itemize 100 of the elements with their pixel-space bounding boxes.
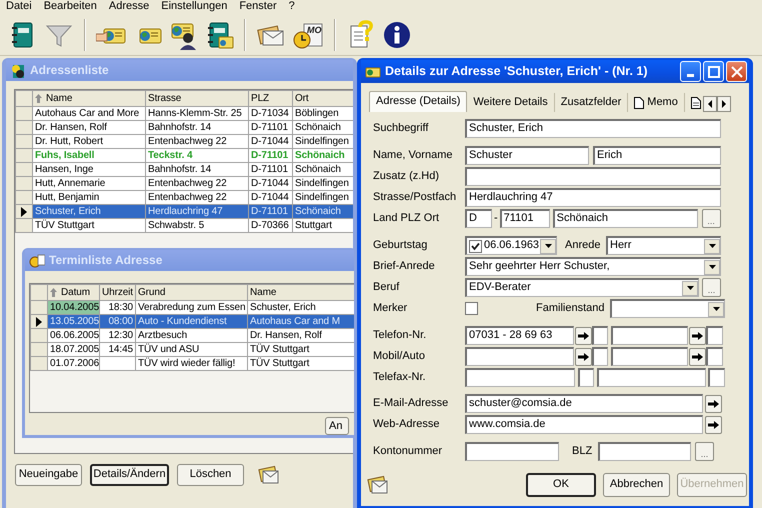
- column-header[interactable]: Uhrzeit: [100, 284, 136, 300]
- menu-item[interactable]: Bearbeiten: [44, 0, 97, 14]
- dropdown[interactable]: Sehr geehrter Herr Schuster,: [465, 257, 721, 276]
- table-cell: D-71101: [248, 120, 292, 134]
- arrow-button[interactable]: [705, 394, 722, 412]
- table-cell: Bahnhofstr. 14: [146, 120, 248, 134]
- tab[interactable]: Zusatzfelder: [554, 93, 628, 112]
- minimize-button[interactable]: [680, 61, 701, 82]
- scroll-right-button[interactable]: [716, 96, 731, 112]
- text-field[interactable]: [611, 347, 688, 366]
- table-cell: Hanns-Klemm-Str. 25: [146, 106, 248, 120]
- row-header[interactable]: [16, 204, 32, 218]
- checkbox[interactable]: [469, 240, 482, 252]
- arrow-button[interactable]: [575, 348, 592, 366]
- close-button[interactable]: [726, 61, 747, 82]
- text-field[interactable]: [578, 368, 594, 387]
- browse-button[interactable]: ...: [702, 278, 721, 297]
- text-field[interactable]: [592, 326, 608, 345]
- field-label: Beruf: [373, 280, 400, 294]
- text-field[interactable]: Erich: [593, 146, 721, 165]
- text-field[interactable]: Schuster: [465, 146, 589, 165]
- table-cell: D-71044: [248, 134, 292, 148]
- table-cell: Bahnhofstr. 14: [146, 162, 248, 176]
- letters-icon[interactable]: [258, 464, 280, 486]
- tab[interactable]: Memo: [628, 93, 685, 112]
- text-field[interactable]: [465, 368, 575, 387]
- browse-button[interactable]: ...: [702, 209, 721, 228]
- text-field[interactable]: [465, 442, 559, 461]
- text-field[interactable]: [611, 326, 688, 345]
- arrow-button[interactable]: [575, 326, 592, 344]
- info-icon[interactable]: [382, 20, 412, 50]
- tab[interactable]: Adresse (Details): [369, 91, 468, 112]
- maximize-button[interactable]: [703, 61, 724, 82]
- text-field[interactable]: [592, 347, 608, 366]
- arrow-button[interactable]: [689, 348, 706, 366]
- arrow-button[interactable]: [689, 326, 706, 344]
- button[interactable]: Löschen: [177, 464, 244, 486]
- field-label: BLZ: [572, 444, 594, 458]
- button[interactable]: OK: [526, 473, 596, 497]
- row-pointer-icon: [36, 316, 42, 326]
- text-field[interactable]: [706, 326, 723, 345]
- text-field[interactable]: Schönaich: [552, 209, 698, 228]
- button[interactable]: Details/Ändern: [90, 464, 169, 486]
- button[interactable]: Abbrechen: [603, 473, 670, 497]
- text-field[interactable]: 07031 - 28 69 63: [465, 326, 574, 345]
- text-field[interactable]: Schuster, Erich: [465, 119, 721, 138]
- table-cell: Schönaich: [292, 162, 353, 176]
- field-label: Name, Vorname: [373, 148, 454, 162]
- table-cell: D-71034: [248, 106, 292, 120]
- browse-button[interactable]: ...: [695, 442, 714, 461]
- column-header[interactable]: Name: [248, 284, 354, 300]
- menu-item[interactable]: Einstellungen: [161, 0, 228, 14]
- letters-icon[interactable]: [367, 474, 389, 496]
- column-header[interactable]: Strasse: [146, 90, 248, 106]
- text-field[interactable]: [708, 368, 725, 387]
- tab[interactable]: Weitere Details: [467, 93, 555, 112]
- date-picker[interactable]: 06.06.1963: [465, 236, 557, 255]
- text-field[interactable]: [465, 347, 574, 366]
- text-field[interactable]: schuster@comsia.de: [465, 394, 703, 413]
- sort-arrow-icon: [35, 94, 42, 103]
- menu-item[interactable]: Datei: [6, 0, 32, 14]
- menu-item[interactable]: Fenster: [239, 0, 277, 14]
- text-field[interactable]: 71101: [500, 209, 550, 228]
- text-field[interactable]: [465, 167, 721, 186]
- column-header[interactable]: Datum: [48, 284, 100, 300]
- column-header[interactable]: PLZ: [248, 90, 292, 106]
- checkmark-icon: [471, 242, 480, 250]
- dropdown[interactable]: EDV-Berater: [465, 278, 699, 297]
- dropdown[interactable]: Herr: [606, 236, 721, 255]
- dropdown-arrow-icon: [686, 286, 694, 290]
- button[interactable]: Neueingabe: [15, 464, 82, 486]
- column-header[interactable]: Grund: [136, 284, 248, 300]
- text-field[interactable]: [706, 347, 723, 366]
- field-label: Mobil/Auto: [373, 350, 426, 364]
- menu-item[interactable]: ?: [288, 0, 295, 14]
- table-cell: 06.06.2005: [48, 328, 100, 342]
- arrow-icon: [578, 352, 589, 360]
- table-cell: 18.07.2005: [48, 342, 100, 356]
- row-pointer-icon: [21, 206, 27, 216]
- table-cell: Schönaich: [292, 120, 353, 134]
- button[interactable]: An: [325, 417, 349, 435]
- dropdown[interactable]: [610, 299, 725, 318]
- table-cell: Schuster, Erich: [32, 204, 146, 218]
- table-cell: 12:30: [100, 328, 136, 342]
- arrow-button[interactable]: [705, 416, 722, 434]
- text-field[interactable]: [598, 442, 691, 461]
- table-cell: TÜV wird wieder fällig!: [136, 356, 248, 370]
- table-cell: TÜV Stuttgart: [32, 218, 146, 232]
- row-header[interactable]: [30, 314, 48, 328]
- text-field[interactable]: Herdlauchring 47: [465, 188, 721, 207]
- text-field[interactable]: [597, 368, 706, 387]
- column-header[interactable]: Ort: [292, 90, 353, 106]
- text-field[interactable]: D: [465, 209, 492, 228]
- column-header[interactable]: Name: [32, 90, 146, 106]
- table-cell: D-71101: [248, 162, 292, 176]
- scroll-left-button[interactable]: [702, 96, 717, 112]
- window-icon: [10, 62, 26, 78]
- text-field[interactable]: www.comsia.de: [465, 415, 703, 434]
- checkbox[interactable]: [465, 302, 478, 315]
- menu-item[interactable]: Adresse: [108, 0, 150, 14]
